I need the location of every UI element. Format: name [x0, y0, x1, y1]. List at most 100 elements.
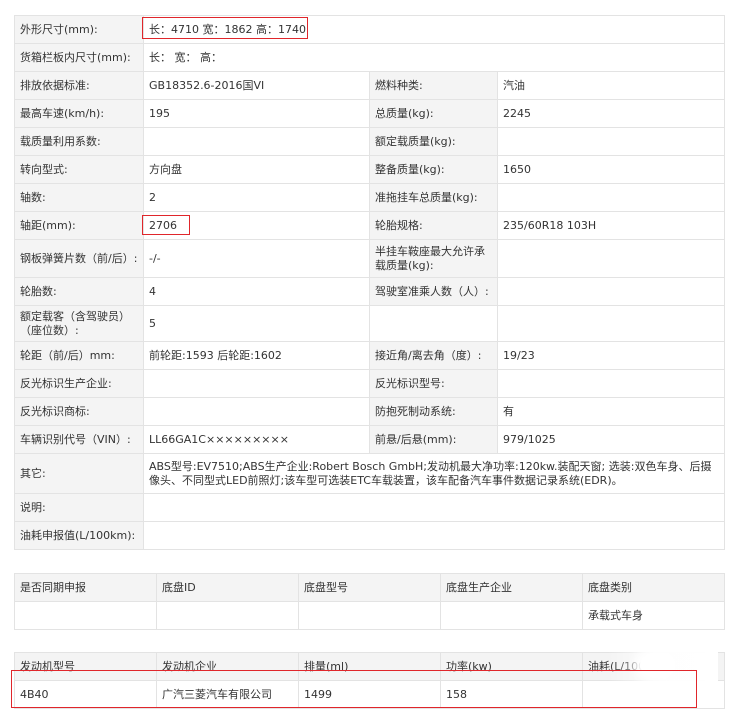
spec-row: 反光标识商标: 防抱死制动系统: 有	[14, 397, 726, 426]
spec-row: 排放依据标准: GB18352.6-2016国VI 燃料种类: 汽油	[14, 71, 726, 100]
spec-value	[143, 397, 370, 426]
spec-value: 方向盘	[143, 155, 370, 184]
spec-label: 防抱死制动系统:	[369, 397, 498, 426]
table-cell	[14, 601, 157, 630]
spec-row-cargo-box: 货箱栏板内尺寸(mm): 长： 宽： 高：	[14, 43, 726, 72]
spec-value: 195	[143, 99, 370, 128]
spec-label: 油耗申报值(L/100km):	[14, 521, 144, 550]
spec-row-other: 其它: ABS型号:EV7510;ABS生产企业:Robert Bosch Gm…	[14, 453, 726, 494]
chassis-table: 是否同期申报 底盘ID 底盘型号 底盘生产企业 底盘类别 承载式车身	[14, 573, 725, 630]
spec-row: 载质量利用系数: 额定载质量(kg):	[14, 127, 726, 156]
spec-value: 汽油	[496, 71, 726, 100]
spec-row: 反光标识生产企业: 反光标识型号:	[14, 369, 726, 398]
spec-label: 反光标识型号:	[369, 369, 498, 398]
column-header: 是否同期申报	[14, 573, 157, 602]
spec-value: LL66GA1C×××××××××	[143, 425, 370, 454]
column-header: 排量(ml)	[298, 652, 441, 681]
spec-value	[143, 369, 370, 398]
table-cell	[440, 601, 583, 630]
spec-label: 其它:	[14, 453, 144, 494]
table-cell	[156, 601, 299, 630]
spec-label: 载质量利用系数:	[14, 127, 144, 156]
spec-row: 油耗申报值(L/100km):	[14, 521, 726, 550]
column-header: 底盘类别	[582, 573, 725, 602]
spec-value	[496, 183, 726, 212]
spec-label: 整备质量(kg):	[369, 155, 498, 184]
spec-row-wheelbase: 轴距(mm): 2706 轮胎规格: 235/60R18 103H	[14, 211, 726, 240]
spec-label: 半挂车鞍座最大允许承载质量(kg):	[369, 239, 498, 278]
spec-value: 2	[143, 183, 370, 212]
column-header: 功率(kw)	[440, 652, 583, 681]
spec-label: 反光标识生产企业:	[14, 369, 144, 398]
spec-value: 长： 宽： 高：	[142, 43, 726, 72]
column-header: 发动机企业	[156, 652, 299, 681]
table-cell	[582, 680, 725, 709]
chassis-row: 承载式车身	[14, 601, 725, 630]
spec-label: 轮胎数:	[14, 277, 144, 306]
column-header: 发动机型号	[14, 652, 157, 681]
spec-row: 轮胎数: 4 驾驶室准乘人数（人）:	[14, 277, 726, 306]
spec-value	[142, 493, 726, 522]
spec-label: 轴数:	[14, 183, 144, 212]
table-cell: 承载式车身	[582, 601, 725, 630]
spec-label: 说明:	[14, 493, 144, 522]
spec-value: 5	[143, 305, 370, 342]
table-cell: 4B40	[14, 680, 157, 709]
spec-value: 2706	[143, 211, 370, 240]
spec-label: 燃料种类:	[369, 71, 498, 100]
spec-value: 235/60R18 103H	[496, 211, 726, 240]
column-header: 底盘型号	[298, 573, 441, 602]
spec-row: 钢板弹簧片数（前/后）: -/- 半挂车鞍座最大允许承载质量(kg):	[14, 239, 726, 278]
spec-label: 外形尺寸(mm):	[14, 15, 144, 44]
spec-value	[142, 521, 726, 550]
table-cell: 广汽三菱汽车有限公司	[156, 680, 299, 709]
spec-value: 长：4710 宽：1862 高：1740	[142, 15, 726, 44]
table-cell: 158	[440, 680, 583, 709]
spec-row: 说明:	[14, 493, 726, 522]
spec-value: 4	[143, 277, 370, 306]
spec-label: 钢板弹簧片数（前/后）:	[14, 239, 144, 278]
spec-value	[143, 127, 370, 156]
spec-label: 接近角/离去角（度）:	[369, 341, 498, 370]
spec-value: -/-	[143, 239, 370, 278]
table-cell	[298, 601, 441, 630]
engine-row: 4B40 广汽三菱汽车有限公司 1499 158	[14, 680, 725, 709]
spec-label: 反光标识商标:	[14, 397, 144, 426]
spec-value: 有	[496, 397, 726, 426]
spec-label: 驾驶室准乘人数（人）:	[369, 277, 498, 306]
spec-value: ABS型号:EV7510;ABS生产企业:Robert Bosch GmbH;发…	[142, 453, 726, 494]
spec-label: 最高车速(km/h):	[14, 99, 144, 128]
engine-header-row: 发动机型号 发动机企业 排量(ml) 功率(kw) 油耗(L/100	[14, 652, 725, 681]
column-header: 底盘ID	[156, 573, 299, 602]
watermark-blob	[640, 654, 670, 676]
table-cell: 1499	[298, 680, 441, 709]
spec-row: 轴数: 2 准拖挂车总质量(kg):	[14, 183, 726, 212]
spec-value	[496, 305, 726, 342]
spec-label: 总质量(kg):	[369, 99, 498, 128]
spec-label: 轴距(mm):	[14, 211, 144, 240]
spec-value: 前轮距:1593 后轮距:1602	[143, 341, 370, 370]
spec-label: 转向型式:	[14, 155, 144, 184]
spec-row-dimensions: 外形尺寸(mm): 长：4710 宽：1862 高：1740	[14, 15, 726, 44]
column-header: 底盘生产企业	[440, 573, 583, 602]
spec-label: 额定载质量(kg):	[369, 127, 498, 156]
spec-value: GB18352.6-2016国VI	[143, 71, 370, 100]
spec-label: 轮胎规格:	[369, 211, 498, 240]
spec-value: 2245	[496, 99, 726, 128]
spec-value: 19/23	[496, 341, 726, 370]
spec-label: 前悬/后悬(mm):	[369, 425, 498, 454]
engine-table: 发动机型号 发动机企业 排量(ml) 功率(kw) 油耗(L/100 4B40 …	[14, 652, 725, 709]
spec-value	[496, 369, 726, 398]
spec-label: 准拖挂车总质量(kg):	[369, 183, 498, 212]
spec-label: 额定载客（含驾驶员）（座位数）:	[14, 305, 144, 342]
spec-row: 额定载客（含驾驶员）（座位数）: 5	[14, 305, 726, 342]
spec-table: 外形尺寸(mm): 长：4710 宽：1862 高：1740 货箱栏板内尺寸(m…	[14, 15, 726, 550]
chassis-header-row: 是否同期申报 底盘ID 底盘型号 底盘生产企业 底盘类别	[14, 573, 725, 602]
spec-value: 1650	[496, 155, 726, 184]
spec-label	[369, 305, 498, 342]
spec-row: 转向型式: 方向盘 整备质量(kg): 1650	[14, 155, 726, 184]
spec-row: 最高车速(km/h): 195 总质量(kg): 2245	[14, 99, 726, 128]
spec-value	[496, 127, 726, 156]
spec-label: 排放依据标准:	[14, 71, 144, 100]
spec-label: 货箱栏板内尺寸(mm):	[14, 43, 144, 72]
